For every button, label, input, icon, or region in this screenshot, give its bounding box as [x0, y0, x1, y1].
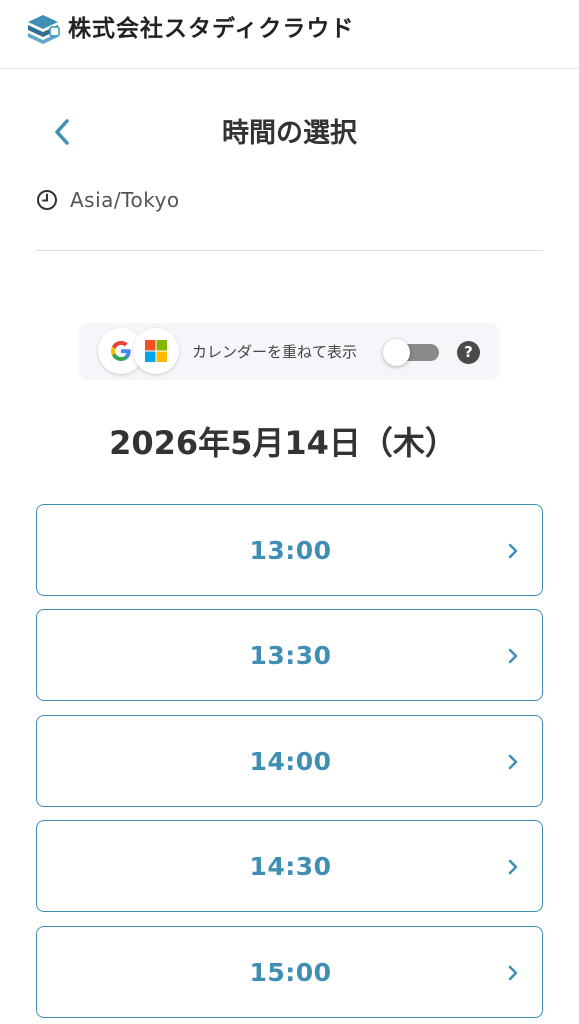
clock-icon — [37, 190, 57, 210]
calendar-overlay-label: カレンダーを重ねて表示 — [192, 343, 358, 361]
help-icon[interactable]: ? — [457, 341, 480, 364]
time-slot-label: 14:00 — [249, 747, 332, 776]
time-slot-button[interactable]: 14:30 — [36, 820, 543, 912]
chevron-right-icon — [508, 648, 518, 664]
chevron-right-icon — [508, 965, 518, 981]
time-slot-button[interactable]: 14:00 — [36, 715, 543, 807]
microsoft-calendar-button[interactable] — [133, 328, 179, 374]
calendar-overlay-toggle[interactable] — [383, 339, 439, 366]
timezone-display: Asia/Tokyo — [36, 186, 180, 214]
google-icon — [111, 341, 131, 361]
microsoft-icon — [145, 340, 167, 362]
chevron-right-icon — [508, 754, 518, 770]
calendar-overlay-bar: カレンダーを重ねて表示 ? — [79, 323, 500, 380]
page-title: 時間の選択 — [222, 118, 357, 149]
app-header: 株式会社スタディクラウド — [0, 0, 579, 69]
time-slot-label: 13:30 — [249, 641, 332, 670]
selected-date-heading: 2026年5月14日（木） — [109, 424, 457, 462]
time-slot-button[interactable]: 13:00 — [36, 504, 543, 596]
company-name: 株式会社スタディクラウド — [68, 16, 355, 42]
chevron-right-icon — [508, 543, 518, 559]
chevron-right-icon — [508, 859, 518, 875]
time-slot-label: 15:00 — [249, 958, 332, 987]
time-slot-label: 14:30 — [249, 852, 332, 881]
toggle-knob — [383, 339, 410, 366]
time-slot-button[interactable]: 13:30 — [36, 609, 543, 701]
section-divider — [36, 250, 543, 251]
time-slot-label: 13:00 — [249, 536, 332, 565]
timezone-label: Asia/Tokyo — [70, 188, 180, 212]
time-slot-button[interactable]: 15:00 — [36, 926, 543, 1018]
company-logo-icon — [28, 15, 60, 44]
